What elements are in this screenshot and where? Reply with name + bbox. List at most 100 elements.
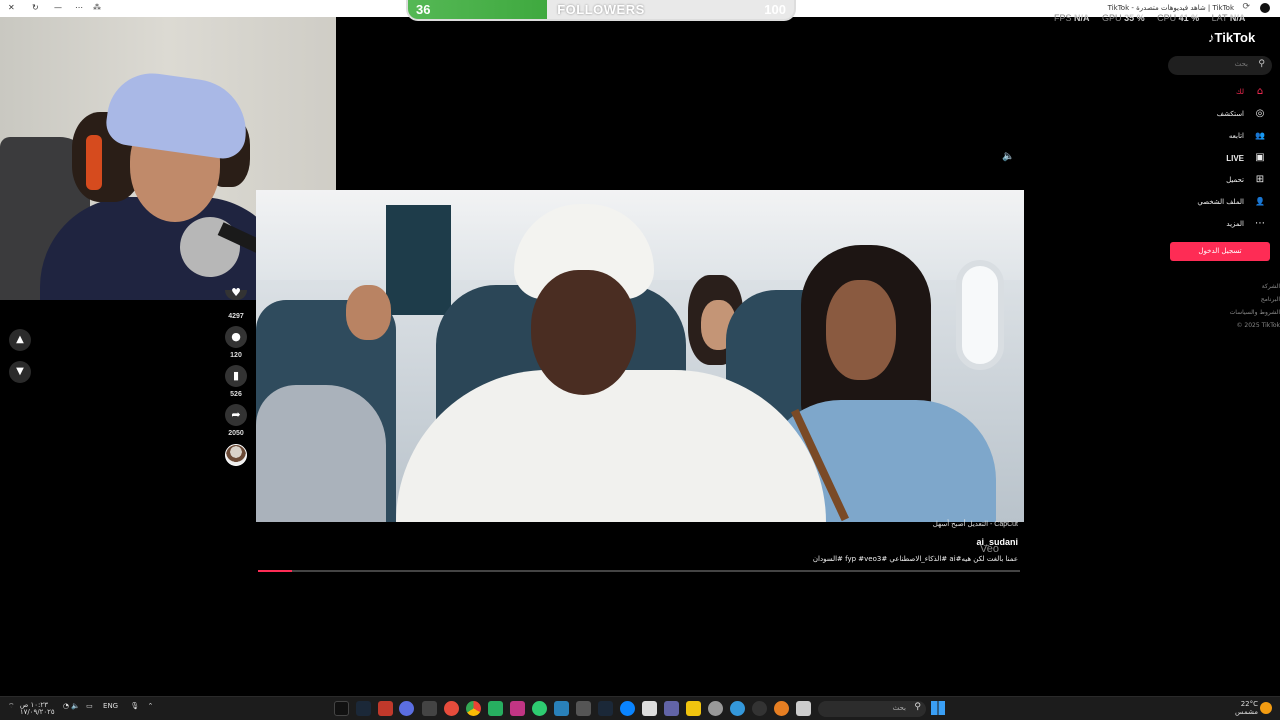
- search-placeholder: بحث: [1234, 60, 1248, 68]
- video-author[interactable]: ai_sudani: [900, 537, 1018, 547]
- app7-taskbar-icon[interactable]: [796, 701, 811, 716]
- followers-label: FOLLOWERS: [557, 2, 645, 17]
- windows-start-icon[interactable]: [931, 701, 945, 715]
- minimize-icon[interactable]: —: [54, 3, 62, 12]
- followers-goal-widget: 36 FOLLOWERS 100: [406, 0, 796, 21]
- sidebar-item-profile[interactable]: الملف الشخصي 👤: [1106, 196, 1266, 210]
- lat-label: LAT: [1211, 13, 1228, 23]
- share-icon[interactable]: ⁂: [93, 3, 101, 12]
- clock[interactable]: ١٠:٢٣ ص ١٧/٠٩/٢٠٢٥: [20, 702, 55, 716]
- comment-count: 120: [230, 352, 242, 359]
- teams-taskbar-icon[interactable]: [664, 701, 679, 716]
- share-button[interactable]: ➦: [225, 404, 247, 426]
- reload-icon[interactable]: ↻: [32, 3, 39, 12]
- following-icon: 👥: [1255, 131, 1265, 140]
- chrome-taskbar-icon[interactable]: [466, 701, 481, 716]
- tiktok-taskbar-icon[interactable]: [334, 701, 349, 716]
- microphone-icon[interactable]: 🎙: [130, 702, 139, 710]
- search-icon[interactable]: ⚲: [1258, 59, 1265, 69]
- heart-icon: ♥: [231, 286, 241, 299]
- video-player[interactable]: [256, 190, 1024, 522]
- sidebar-item-label: تحميل: [1226, 176, 1244, 184]
- close-icon[interactable]: ✕: [8, 3, 15, 12]
- bookmark-icon: ▮: [232, 369, 240, 382]
- comment-icon: ●: [231, 330, 241, 343]
- steam-taskbar-icon[interactable]: [356, 701, 371, 716]
- footer-copyright: © 2025 TikTok: [1236, 322, 1280, 329]
- gpu-label: GPU: [1102, 13, 1122, 23]
- speaker-icon[interactable]: 🔈: [71, 702, 80, 710]
- refresh-icon[interactable]: ⟳: [1242, 2, 1250, 12]
- weather-widget[interactable]: 22°C مشمس: [1232, 700, 1258, 716]
- compass-icon: ◎: [1255, 108, 1265, 119]
- app3-taskbar-icon[interactable]: [708, 701, 723, 716]
- chevron-up-icon[interactable]: ⌃: [147, 702, 153, 710]
- cpu-value: 41 %: [1178, 13, 1200, 23]
- tab-title: TikTok | شاهد فيديوهات متصدرة - TikTok: [1107, 4, 1234, 12]
- sidebar-item-more[interactable]: المزيد ⋯: [1106, 218, 1266, 232]
- calendar-taskbar-icon[interactable]: [642, 701, 657, 716]
- chevron-down-icon: ▼: [16, 366, 24, 377]
- sidebar-item-following[interactable]: اتابعه 👥: [1106, 130, 1266, 144]
- followers-goal: 100: [764, 2, 786, 17]
- tiktok-logo[interactable]: ♪TikTok: [1208, 30, 1255, 45]
- explorer-taskbar-icon[interactable]: [686, 701, 701, 716]
- sidebar-item-label: اتابعه: [1228, 132, 1244, 140]
- live-icon: ▣: [1255, 152, 1265, 163]
- performance-stats: FPS N/A GPU 35 % CPU 41 % LAT N/A: [1054, 13, 1245, 23]
- sidebar-item-label: المزيد: [1226, 220, 1244, 228]
- tiktok-favicon-icon: [1260, 3, 1270, 13]
- language-indicator[interactable]: ENG: [103, 702, 118, 710]
- chat-icon[interactable]: ◔: [63, 702, 69, 710]
- app2-taskbar-icon[interactable]: [532, 701, 547, 716]
- sidebar-item-live[interactable]: LIVE ▣: [1106, 152, 1266, 166]
- login-button[interactable]: تسجيل الدخول: [1170, 242, 1270, 261]
- edge-taskbar-icon[interactable]: [620, 701, 635, 716]
- capcut-label[interactable]: CapCut - التعديل أصبح أسهل: [900, 520, 1018, 528]
- wifi-icon[interactable]: ⌔: [8, 702, 15, 710]
- video-progress-bar[interactable]: [258, 570, 1020, 572]
- app5-taskbar-icon[interactable]: [752, 701, 767, 716]
- video-progress-fill: [258, 570, 293, 572]
- chevron-up-icon: ▲: [16, 334, 24, 345]
- save-button[interactable]: ▮: [225, 365, 247, 387]
- sidebar-item-foryou[interactable]: لك ⌂: [1106, 86, 1266, 100]
- veo-watermark: Veo: [980, 543, 999, 555]
- steam2-taskbar-icon[interactable]: [598, 701, 613, 716]
- sidebar-item-upload[interactable]: تحميل ⊞: [1106, 174, 1266, 188]
- author-avatar[interactable]: [225, 444, 247, 466]
- next-video-button[interactable]: ▼: [9, 361, 31, 383]
- save-count: 526: [230, 391, 242, 398]
- share-arrow-icon: ➦: [231, 408, 241, 421]
- instagram-taskbar-icon[interactable]: [510, 701, 525, 716]
- app6-taskbar-icon[interactable]: [774, 701, 789, 716]
- app-taskbar-icon[interactable]: [399, 701, 414, 716]
- like-count: 4297: [228, 313, 244, 320]
- gpu-value: 35 %: [1124, 13, 1145, 23]
- cpu-label: CPU: [1157, 13, 1177, 23]
- video-caption: عمنا بالغت لكن هيه#ai #الذكاء_الاصطناعي …: [812, 555, 1018, 563]
- outlook-taskbar-icon[interactable]: [554, 701, 569, 716]
- obs-taskbar-icon[interactable]: [422, 701, 437, 716]
- footer-link-company[interactable]: الشركة: [1160, 283, 1280, 290]
- sidebar-item-label: الملف الشخصي: [1197, 198, 1244, 206]
- xbox-taskbar-icon[interactable]: [488, 701, 503, 716]
- app4-taskbar-icon[interactable]: [730, 701, 745, 716]
- taskbar-search-input[interactable]: بحث ⚲: [818, 701, 926, 717]
- footer-link-program[interactable]: البرنامج: [1160, 296, 1280, 303]
- sun-icon: [1260, 702, 1272, 714]
- brave-taskbar-icon[interactable]: [444, 701, 459, 716]
- footer-link-terms[interactable]: الشروط والسياسات: [1160, 309, 1280, 316]
- sidebar-item-explore[interactable]: استكشف ◎: [1106, 108, 1266, 122]
- capcut-taskbar-icon[interactable]: [378, 701, 393, 716]
- epic-taskbar-icon[interactable]: [576, 701, 591, 716]
- volume-icon[interactable]: 🔈: [1002, 151, 1014, 162]
- more-icon[interactable]: ⋯: [75, 3, 83, 12]
- comment-button[interactable]: ●: [225, 326, 247, 348]
- sidebar-item-label: استكشف: [1216, 110, 1244, 118]
- search-icon: ⚲: [914, 702, 921, 712]
- search-input[interactable]: بحث ⚲: [1168, 56, 1272, 75]
- more-icon: ⋯: [1255, 218, 1265, 229]
- network-icon[interactable]: ▭: [86, 702, 93, 710]
- previous-video-button[interactable]: ▲: [9, 329, 31, 351]
